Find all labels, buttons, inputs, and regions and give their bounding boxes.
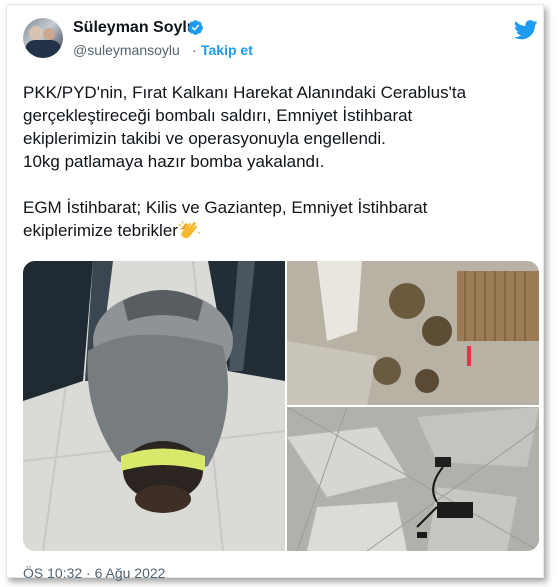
avatar-face-2	[43, 28, 55, 40]
tweet-text-line-last: ekiplerimize tebrikler	[23, 219, 533, 242]
twitter-bird-icon[interactable]	[514, 20, 538, 40]
follow-button[interactable]: Takip et	[201, 42, 253, 58]
tweet-text-fragment: ekiplerimize tebrikler	[23, 221, 178, 240]
tweet-text-line: EGM İstihbarat; Kilis ve Gaziantep, Emni…	[23, 198, 428, 217]
author-handle[interactable]: @suleymansoylu	[73, 42, 180, 58]
verified-badge-icon	[188, 20, 203, 35]
photo-bomb-materials-image	[287, 261, 539, 405]
photo-device-floor-image	[287, 407, 539, 551]
author-name[interactable]: Süleyman Soylu	[73, 19, 197, 37]
tweet-text-line: gerçekleştireceği bombalı saldırı, Emniy…	[23, 106, 413, 125]
avatar-face-1	[29, 26, 43, 40]
tweet-text-line: ekiplerimizin takibi ve operasyonuyla en…	[23, 129, 386, 148]
avatar-body	[25, 40, 61, 58]
photo-detainee-image	[23, 261, 285, 551]
separator-dot: ·	[192, 42, 197, 58]
tweet-text: PKK/PYD'nin, Fırat Kalkanı Harekat Alanı…	[23, 81, 533, 242]
tweet-timestamp[interactable]: ÖS 10:32 · 6 Ağu 2022	[23, 565, 165, 581]
tweet-text-line: 10kg patlamaya hazır bomba yakalandı.	[23, 152, 325, 171]
photo-device-floor[interactable]	[287, 407, 539, 551]
tweet-text-line: PKK/PYD'nin, Fırat Kalkanı Harekat Alanı…	[23, 83, 467, 102]
avatar[interactable]	[23, 18, 63, 58]
media-grid	[23, 261, 539, 551]
photo-bomb-materials[interactable]	[287, 261, 539, 405]
clapping-hands-emoji	[178, 220, 200, 239]
photo-detainee[interactable]	[23, 261, 285, 551]
tweet-card: Süleyman Soylu @suleymansoylu · Takip et…	[6, 4, 544, 581]
